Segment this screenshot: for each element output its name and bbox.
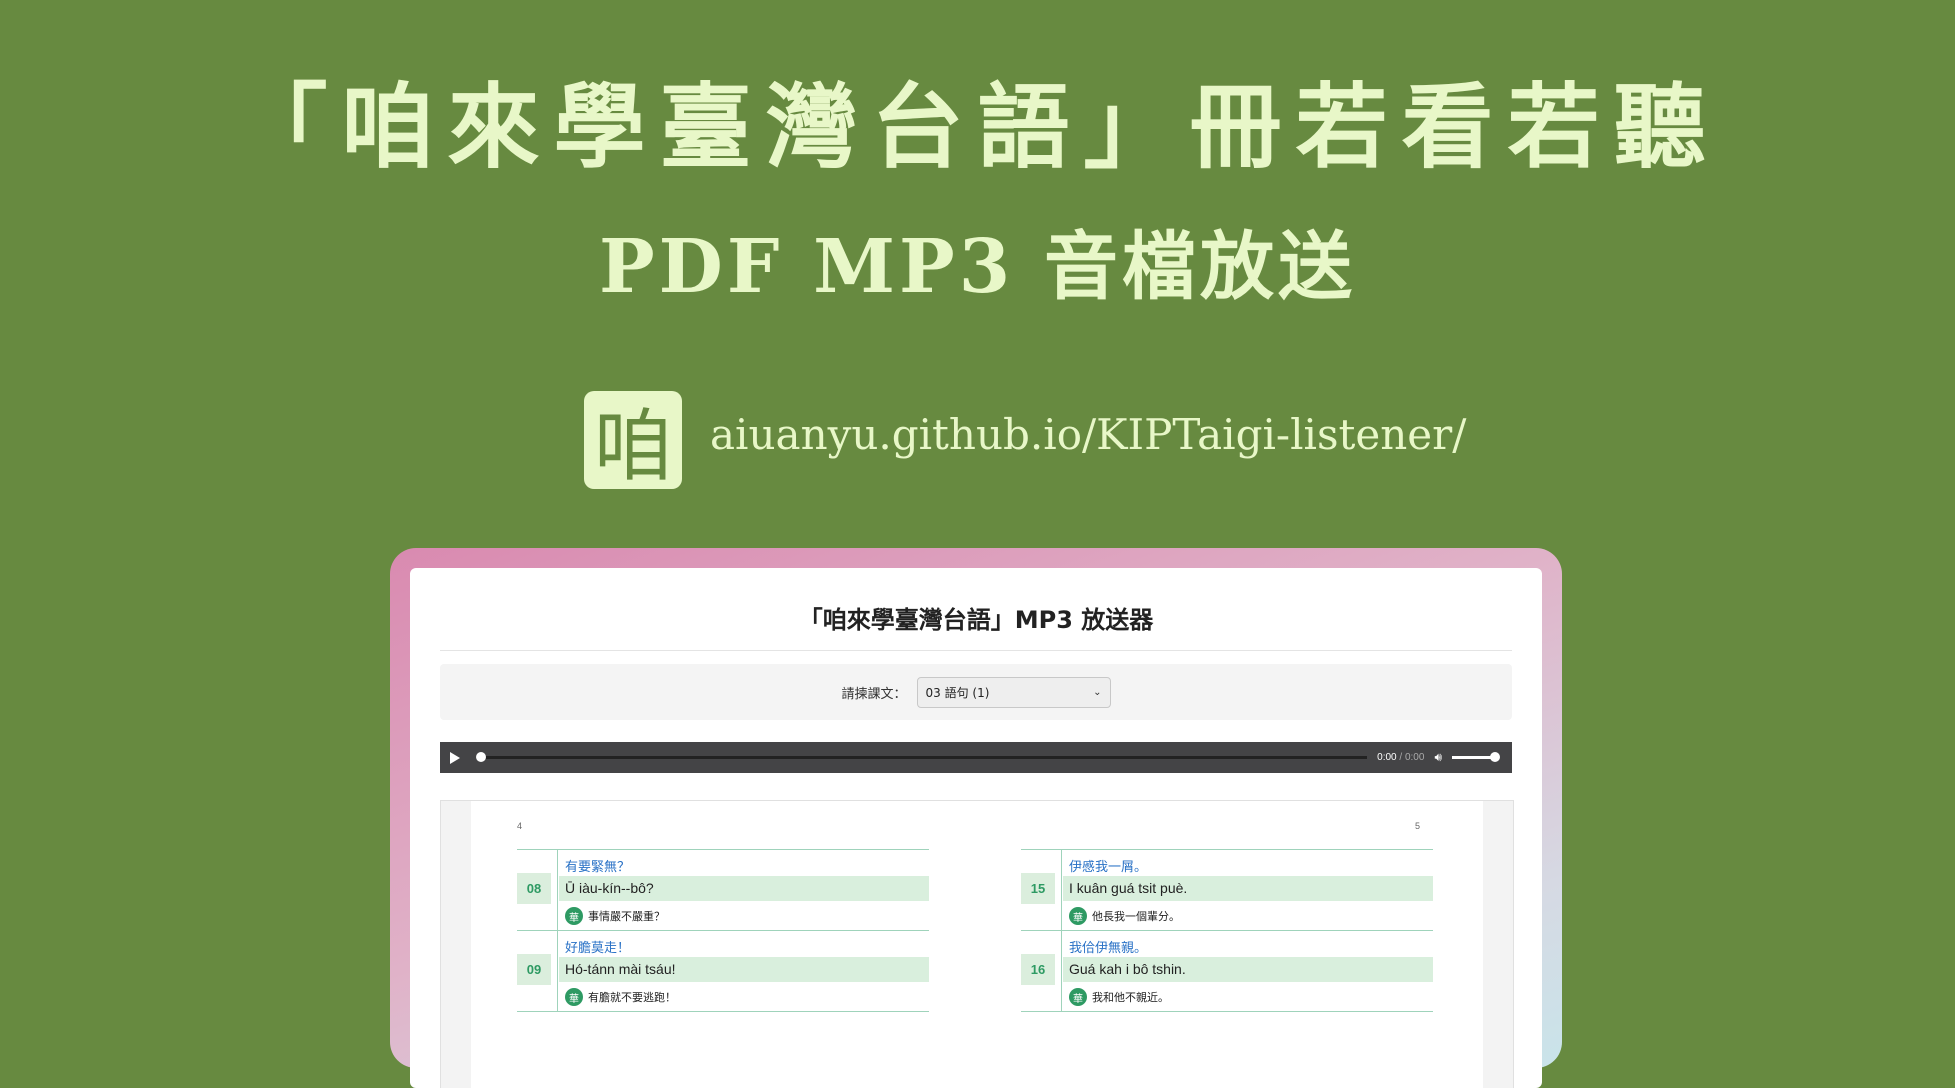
mandarin-badge: 華 xyxy=(1069,988,1087,1006)
page-number-right: 5 xyxy=(1415,821,1421,831)
screenshot-frame: 「咱來學臺灣台語」MP3 放送器 請揀課文： 03 語句 (1) ⌄ 0:00 … xyxy=(390,548,1562,1088)
mandarin-badge: 華 xyxy=(565,988,583,1006)
mandarin-badge: 華 xyxy=(565,907,583,925)
row-lomaji: Hó-tánn mài tsáu! xyxy=(559,957,929,982)
page-title: 「咱來學臺灣台語」MP3 放送器 xyxy=(440,598,1512,651)
row-hanji: 我佮伊無親。 xyxy=(1069,941,1148,956)
row-hanji: 好膽莫走！ xyxy=(565,941,631,956)
audio-duration: 0:00 xyxy=(1404,752,1425,763)
row-divider xyxy=(1061,931,1062,1011)
row-lomaji: Guá kah i bô tshin. xyxy=(1063,957,1433,982)
row-hanji: 有要緊無？ xyxy=(565,860,631,875)
list-item-partial xyxy=(1021,1011,1433,1022)
volume-slider[interactable] xyxy=(1452,752,1500,762)
pdf-viewer[interactable]: 4 5 08 有要緊無？ Ū iàu-kín--bô? 華 事情嚴不嚴重？ 09… xyxy=(440,800,1514,1088)
site-url[interactable]: aiuanyu.github.io/KIPTaigi-listener/ xyxy=(710,405,1466,465)
row-divider xyxy=(557,931,558,1011)
audio-progress-track[interactable] xyxy=(476,752,1368,762)
row-mandarin-text: 我和他不親近。 xyxy=(1092,991,1169,1004)
row-lomaji: I kuân guá tsit puè. xyxy=(1063,876,1433,901)
pdf-spread: 4 5 08 有要緊無？ Ū iàu-kín--bô? 華 事情嚴不嚴重？ 09… xyxy=(471,801,1483,1088)
audio-player: 0:00 / 0:00 🔊︎ xyxy=(440,742,1512,773)
row-mandarin: 華 我和他不親近。 xyxy=(1069,988,1169,1006)
app-window: 「咱來學臺灣台語」MP3 放送器 請揀課文： 03 語句 (1) ⌄ 0:00 … xyxy=(410,568,1542,1088)
audio-time: 0:00 / 0:00 xyxy=(1377,752,1424,763)
row-lomaji: Ū iàu-kín--bô? xyxy=(559,876,929,901)
audio-current-time: 0:00 xyxy=(1377,752,1397,763)
list-item-partial xyxy=(517,1011,929,1022)
row-divider xyxy=(1061,850,1062,930)
pdf-column-left: 08 有要緊無？ Ū iàu-kín--bô? 華 事情嚴不嚴重？ 09 好膽莫… xyxy=(517,849,929,1022)
lesson-selector-label: 請揀課文： xyxy=(841,686,907,702)
mandarin-badge: 華 xyxy=(1069,907,1087,925)
chevron-down-icon: ⌄ xyxy=(1093,686,1102,698)
row-mandarin-text: 有膽就不要逃跑！ xyxy=(588,991,676,1004)
row-mandarin: 華 他長我一個輩分。 xyxy=(1069,907,1180,925)
audio-time-separator: / xyxy=(1396,752,1405,763)
list-item[interactable]: 16 我佮伊無親。 Guá kah i bô tshin. 華 我和他不親近。 xyxy=(1021,930,1433,1011)
row-mandarin: 華 有膽就不要逃跑！ xyxy=(565,988,676,1006)
row-mandarin-text: 事情嚴不嚴重？ xyxy=(588,910,665,923)
lesson-select[interactable]: 03 語句 (1) ⌄ xyxy=(916,676,1111,708)
page-number-left: 4 xyxy=(517,821,523,831)
play-icon[interactable] xyxy=(450,751,460,764)
list-item[interactable]: 15 伊慼我一屑。 I kuân guá tsit puè. 華 他長我一個輩分… xyxy=(1021,849,1433,930)
row-number: 09 xyxy=(517,954,551,985)
lesson-select-value: 03 語句 (1) xyxy=(925,685,990,700)
row-number: 15 xyxy=(1021,873,1055,904)
lesson-selector-bar: 請揀課文： 03 語句 (1) ⌄ xyxy=(440,664,1512,720)
audio-progress-knob[interactable] xyxy=(476,752,486,762)
row-number: 16 xyxy=(1021,954,1055,985)
hero-subtitle: PDF MP3 音檔放送 xyxy=(599,224,1356,310)
hero-title: 「咱來學臺灣台語」冊若看若聽 xyxy=(235,73,1720,181)
volume-icon[interactable]: 🔊︎ xyxy=(1434,750,1442,765)
row-mandarin-text: 他長我一個輩分。 xyxy=(1092,910,1180,923)
row-number: 08 xyxy=(517,873,551,904)
row-mandarin: 華 事情嚴不嚴重？ xyxy=(565,907,665,925)
pdf-column-right: 15 伊慼我一屑。 I kuân guá tsit puè. 華 他長我一個輩分… xyxy=(1021,849,1433,1022)
list-item[interactable]: 09 好膽莫走！ Hó-tánn mài tsáu! 華 有膽就不要逃跑！ xyxy=(517,930,929,1011)
volume-knob[interactable] xyxy=(1490,752,1500,762)
row-hanji: 伊慼我一屑。 xyxy=(1069,860,1148,875)
row-divider xyxy=(557,850,558,930)
site-logo: 咱 xyxy=(584,391,682,492)
list-item[interactable]: 08 有要緊無？ Ū iàu-kín--bô? 華 事情嚴不嚴重？ xyxy=(517,849,929,930)
